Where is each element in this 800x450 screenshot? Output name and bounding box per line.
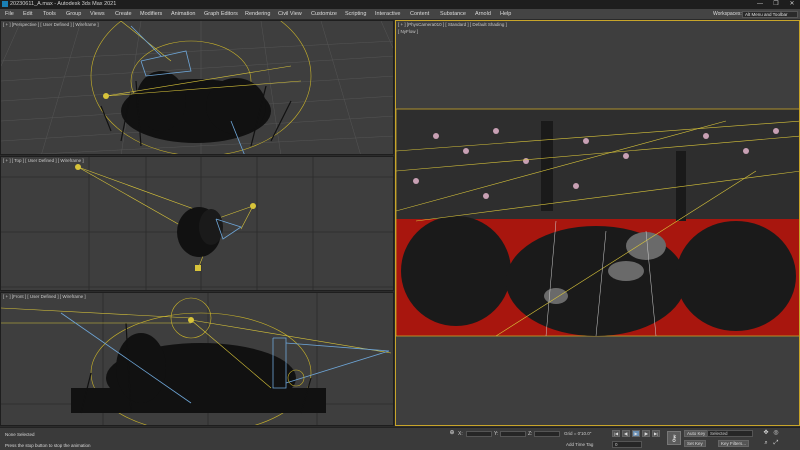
workspace-select[interactable]: Alt Menu and Toolbar	[742, 11, 798, 18]
menu-group[interactable]: Group	[66, 9, 81, 20]
menu-animation[interactable]: Animation	[171, 9, 195, 20]
z-label: Z:	[528, 431, 533, 437]
menu-content[interactable]: Content	[410, 9, 429, 20]
status-bar: None Selected Press the stop button to s…	[0, 427, 800, 450]
menu-civil-view[interactable]: Civil View	[278, 9, 302, 20]
title-bar: 20230611_A.max - Autodesk 3ds Max 2021 —…	[0, 0, 800, 9]
viewport-top[interactable]: [ + ] [ Top ] [ User Defined ] [ Wirefra…	[0, 156, 394, 291]
viewport-perspective[interactable]: [ + ] [Perspective ] [ User Defined ] [ …	[0, 20, 394, 155]
menu-customize[interactable]: Customize	[311, 9, 337, 20]
prompt-line: Press the stop button to stop the animat…	[5, 443, 91, 448]
prev-frame-button[interactable]: ◀|	[622, 430, 630, 437]
y-label: Y:	[494, 431, 499, 437]
viewport-sublabel-camera[interactable]: [ NyFlow ]	[398, 29, 418, 34]
menu-create[interactable]: Create	[115, 9, 132, 20]
menu-bar: File Edit Tools Group Views Create Modif…	[0, 9, 800, 20]
menu-substance[interactable]: Substance	[440, 9, 466, 20]
window-title: 20230611_A.max - Autodesk 3ds Max 2021	[10, 1, 117, 7]
menu-graph-editors[interactable]: Graph Editors	[204, 9, 238, 20]
viewport-label-camera[interactable]: [ + ] [PhysCamera010 ] [ Standard ] [ De…	[398, 22, 507, 27]
menu-arnold[interactable]: Arnold	[475, 9, 491, 20]
menu-interactive[interactable]: Interactive	[375, 9, 400, 20]
viewport-front[interactable]: [ + ] [Front ] [ User Defined ] [ Wirefr…	[0, 292, 394, 426]
grid-size: Grid = 0'10.0"	[564, 431, 592, 436]
orbit-icon[interactable]: ◎	[772, 430, 780, 437]
x-label: X:	[458, 431, 463, 437]
workspaces-label: Workspaces:	[713, 11, 742, 17]
viewport-camera[interactable]: [ + ] [PhysCamera010 ] [ Standard ] [ De…	[395, 20, 800, 426]
minimize-button[interactable]: —	[752, 0, 768, 9]
viewport-label-top[interactable]: [ + ] [ Top ] [ User Defined ] [ Wirefra…	[3, 158, 84, 163]
goto-end-button[interactable]: ▶|	[652, 430, 660, 437]
menu-file[interactable]: File	[5, 9, 14, 20]
pan-icon[interactable]: ✥	[762, 430, 770, 437]
app-icon	[2, 1, 8, 7]
viewport-label-front[interactable]: [ + ] [Front ] [ User Defined ] [ Wirefr…	[3, 294, 86, 299]
play-button[interactable]: ▶	[632, 430, 640, 437]
y-field[interactable]	[500, 431, 526, 437]
set-key-button[interactable]: Set Key	[684, 440, 706, 447]
selection-status: None Selected	[5, 432, 35, 437]
goto-start-button[interactable]: |◀	[612, 430, 620, 437]
close-button[interactable]: ✕	[784, 0, 800, 9]
perspective-scene	[1, 21, 393, 154]
next-frame-button[interactable]: |▶	[642, 430, 650, 437]
maximize-viewport-icon[interactable]: ⤢	[772, 440, 780, 447]
front-scene	[1, 293, 393, 425]
key-filters-button[interactable]: Key Filters...	[718, 440, 750, 447]
add-time-tag[interactable]: Add Time Tag	[566, 442, 593, 447]
menu-edit[interactable]: Edit	[23, 9, 32, 20]
z-field[interactable]	[534, 431, 560, 437]
move-icon[interactable]: ⊕	[448, 430, 456, 437]
menu-scripting[interactable]: Scripting	[345, 9, 366, 20]
top-scene	[1, 157, 393, 290]
auto-key-button[interactable]: Auto Key	[684, 430, 709, 437]
set-key-icon[interactable]: ⚷	[667, 431, 681, 445]
maximize-button[interactable]: ❐	[768, 0, 784, 9]
menu-modifiers[interactable]: Modifiers	[140, 9, 162, 20]
menu-views[interactable]: Views	[90, 9, 105, 20]
zoom-icon[interactable]: ⌕	[762, 440, 770, 447]
menu-tools[interactable]: Tools	[43, 9, 56, 20]
camera-scene	[396, 21, 799, 425]
key-selection-select[interactable]: Selected	[707, 430, 753, 437]
current-frame-field[interactable]: 0	[612, 441, 642, 448]
menu-rendering[interactable]: Rendering	[245, 9, 270, 20]
x-field[interactable]	[466, 431, 492, 437]
menu-help[interactable]: Help	[500, 9, 511, 20]
viewport-label-perspective[interactable]: [ + ] [Perspective ] [ User Defined ] [ …	[3, 22, 99, 27]
